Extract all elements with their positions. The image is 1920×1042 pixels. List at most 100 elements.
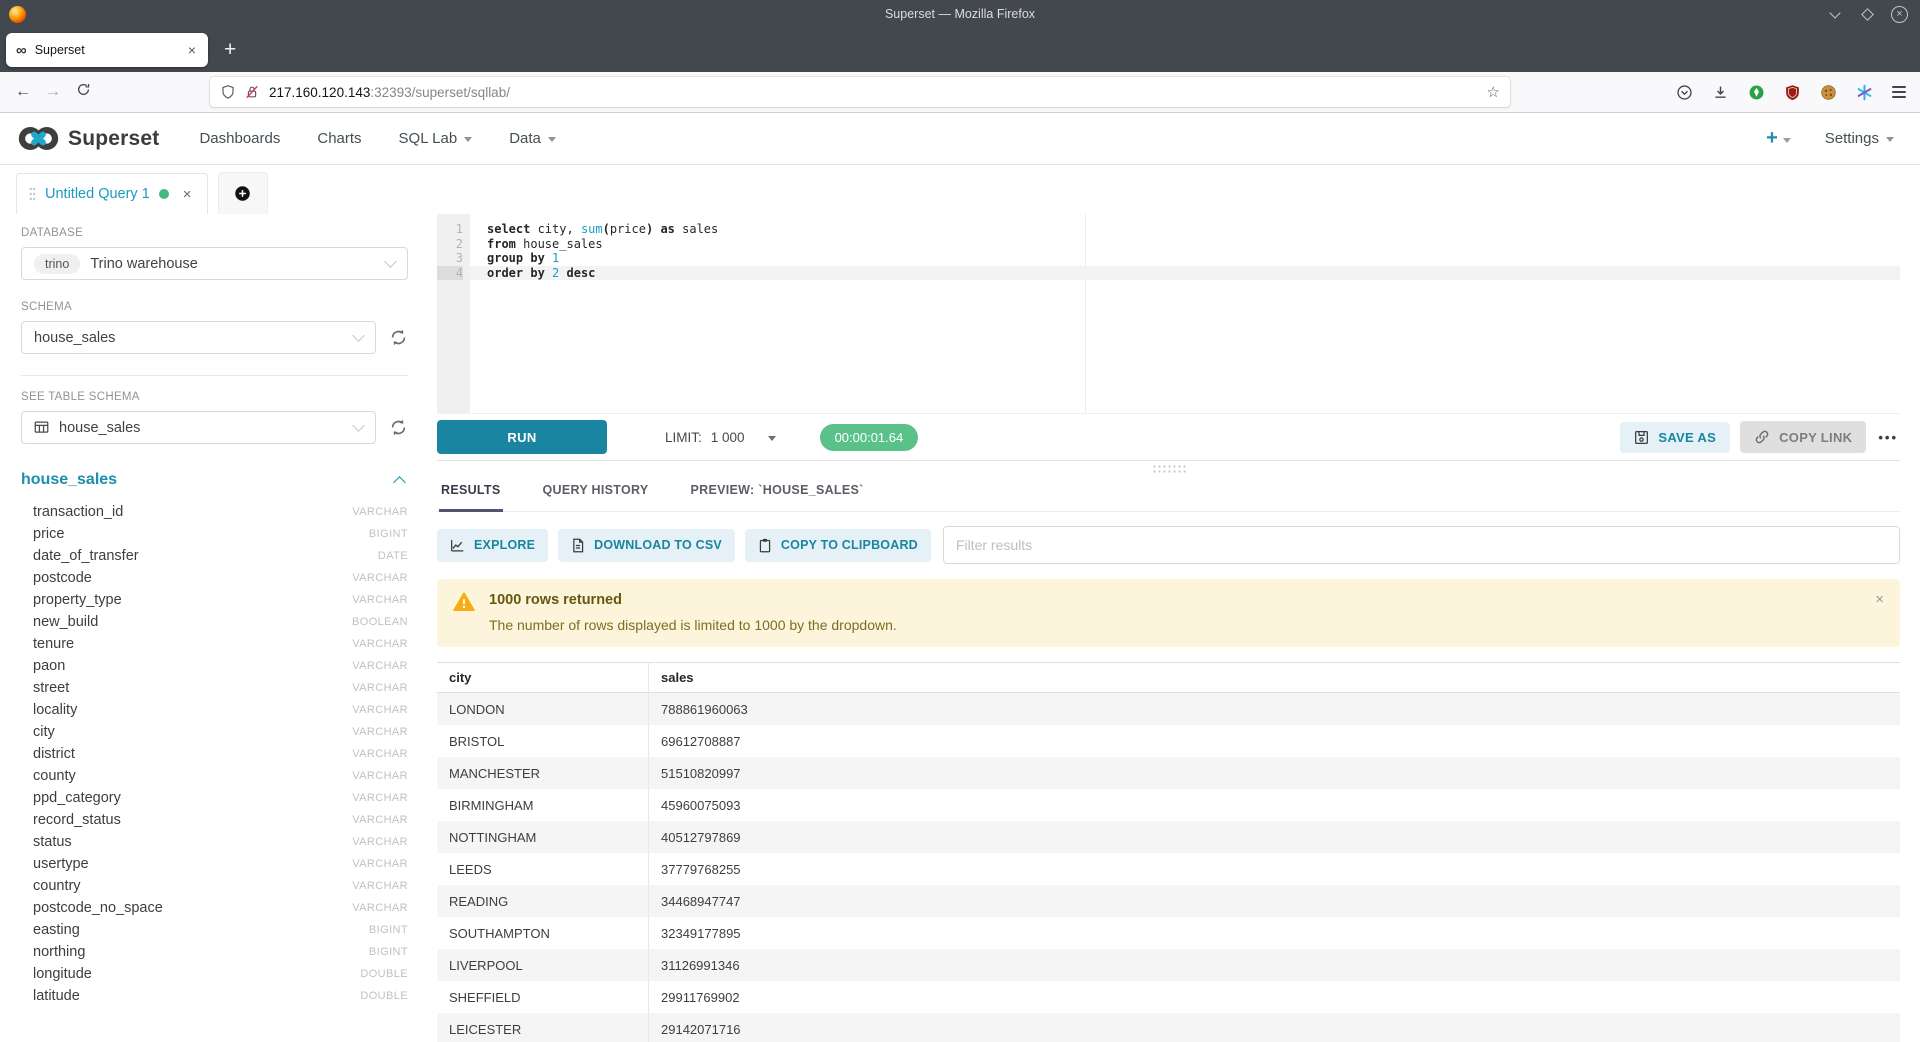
column-name: tenure	[33, 636, 74, 652]
drag-handle-icon[interactable]	[29, 187, 36, 201]
cell-city: BRISTOL	[437, 725, 649, 757]
table-row[interactable]: READING34468947747	[437, 885, 1900, 917]
column-header-city[interactable]: city	[437, 663, 649, 692]
cell-city: LIVERPOOL	[437, 949, 649, 981]
results-tab-preview-house-sales[interactable]: PREVIEW: `HOUSE_SALES`	[689, 474, 866, 512]
column-name: longitude	[33, 966, 92, 982]
column-name: price	[33, 526, 64, 542]
column-name: postcode_no_space	[33, 900, 163, 916]
new-tab-button[interactable]: +	[224, 38, 236, 62]
alert-title: 1000 rows returned	[489, 592, 897, 608]
save-as-button[interactable]: SAVE AS	[1620, 422, 1730, 453]
nav-item-data[interactable]: Data	[509, 130, 556, 147]
brand-name[interactable]: Superset	[68, 127, 159, 151]
browser-tab-superset[interactable]: ∞ Superset ×	[6, 33, 208, 67]
refresh-table-button[interactable]	[389, 418, 408, 437]
copy-link-button[interactable]: COPY LINK	[1740, 421, 1866, 453]
table-row[interactable]: SOUTHAMPTON32349177895	[437, 917, 1900, 949]
cell-sales: 788861960063	[649, 702, 1900, 717]
table-row[interactable]: LEEDS37779768255	[437, 853, 1900, 885]
add-new-button[interactable]: +	[1766, 127, 1791, 150]
table-name-link[interactable]: house_sales	[21, 471, 117, 489]
sidebar-divider	[21, 375, 408, 376]
download-csv-button[interactable]: DOWNLOAD TO CSV	[558, 529, 735, 562]
cell-sales: 34468947747	[649, 894, 1900, 909]
settings-menu[interactable]: Settings	[1825, 130, 1894, 147]
nav-item-dashboards[interactable]: Dashboards	[199, 130, 280, 147]
results-table: city sales LONDON788861960063BRISTOL6961…	[437, 662, 1900, 1042]
url-text[interactable]: 217.160.120.143:32393/superset/sqllab/	[269, 85, 1487, 100]
limit-dropdown[interactable]: LIMIT: 1 000	[665, 430, 776, 445]
window-close-button[interactable]: ×	[1891, 6, 1908, 23]
screen: Superset — Mozilla Firefox × ∞ Superset …	[0, 0, 1920, 1042]
save-as-label: SAVE AS	[1658, 430, 1716, 445]
refresh-schema-button[interactable]	[389, 328, 408, 347]
chevron-up-icon[interactable]	[393, 476, 406, 489]
sql-editor[interactable]: 1234 select city, sum(price) as salesfro…	[437, 214, 1900, 413]
query-tab-close-icon[interactable]: ×	[183, 186, 192, 203]
nav-item-sql-lab[interactable]: SQL Lab	[399, 130, 473, 147]
column-type: VARCHAR	[352, 814, 408, 826]
navbar-right: + Settings	[1766, 127, 1894, 150]
resize-grip[interactable]	[1152, 464, 1186, 473]
reload-button[interactable]	[68, 82, 98, 102]
bookmark-star-icon[interactable]: ☆	[1487, 83, 1500, 101]
shield-permissions-icon[interactable]	[220, 84, 236, 100]
results-tab-query-history[interactable]: QUERY HISTORY	[541, 474, 651, 512]
browser-toolbar: ← → 217.160.120.143:32393/superset/sqlla…	[0, 72, 1920, 113]
table-row[interactable]: NOTTINGHAM40512797869	[437, 821, 1900, 853]
schema-select[interactable]: house_sales	[21, 321, 376, 354]
copy-clipboard-button[interactable]: COPY TO CLIPBOARD	[745, 529, 931, 562]
more-options-button[interactable]: •••	[1878, 430, 1898, 445]
database-select[interactable]: trino Trino warehouse	[21, 247, 408, 280]
add-query-tab[interactable]	[218, 172, 268, 214]
table-select[interactable]: house_sales	[21, 411, 376, 444]
results-tabs: RESULTS QUERY HISTORY PREVIEW: `HOUSE_SALE…	[437, 474, 1900, 512]
chevron-down-icon	[464, 137, 472, 142]
window-minimize-button[interactable]	[1827, 6, 1843, 22]
results-table-header: city sales	[437, 662, 1900, 693]
chevron-down-icon	[548, 137, 556, 142]
downloads-icon[interactable]	[1712, 84, 1729, 101]
column-header-sales[interactable]: sales	[649, 663, 1900, 692]
table-row[interactable]: SHEFFIELD29911769902	[437, 981, 1900, 1013]
line-number: 3	[437, 251, 463, 266]
menu-hamburger-icon[interactable]	[1892, 86, 1906, 97]
column-type: VARCHAR	[352, 748, 408, 760]
cell-city: SOUTHAMPTON	[437, 917, 649, 949]
table-row[interactable]: BRISTOL69612708887	[437, 725, 1900, 757]
table-row[interactable]: BIRMINGHAM45960075093	[437, 789, 1900, 821]
browser-tab-close-icon[interactable]: ×	[186, 42, 198, 58]
alert-close-icon[interactable]: ×	[1875, 591, 1884, 608]
schema-column-row: record_statusVARCHAR	[21, 809, 408, 831]
cookie-extension-icon[interactable]	[1820, 84, 1837, 101]
results-tab-results[interactable]: RESULTS	[439, 474, 503, 512]
schema-column-row: ppd_categoryVARCHAR	[21, 787, 408, 809]
ublock-shield-icon[interactable]	[1784, 84, 1801, 101]
window-maximize-button[interactable]	[1859, 6, 1875, 22]
table-row[interactable]: LIVERPOOL31126991346	[437, 949, 1900, 981]
filter-results-input[interactable]	[943, 526, 1900, 564]
run-button[interactable]: RUN	[437, 420, 607, 454]
forward-button[interactable]: →	[38, 83, 68, 101]
extension-green-icon[interactable]	[1748, 84, 1765, 101]
explore-button[interactable]: EXPLORE	[437, 529, 548, 562]
cell-sales: 51510820997	[649, 766, 1900, 781]
table-row[interactable]: LEICESTER29142071716	[437, 1013, 1900, 1042]
url-bar[interactable]: 217.160.120.143:32393/superset/sqllab/ ☆	[210, 77, 1510, 107]
table-row[interactable]: MANCHESTER51510820997	[437, 757, 1900, 789]
query-tab[interactable]: Untitled Query 1 ×	[16, 173, 208, 214]
schema-column-row: tenureVARCHAR	[21, 633, 408, 655]
back-button[interactable]: ←	[8, 83, 38, 101]
table-row[interactable]: LONDON788861960063	[437, 693, 1900, 725]
insecure-lock-icon[interactable]	[244, 84, 260, 100]
nav-item-charts[interactable]: Charts	[317, 130, 361, 147]
asterisk-extension-icon[interactable]	[1856, 84, 1873, 101]
download-csv-label: DOWNLOAD TO CSV	[594, 538, 722, 552]
pocket-icon[interactable]	[1676, 84, 1693, 101]
column-name: district	[33, 746, 75, 762]
query-tab-label[interactable]: Untitled Query 1	[45, 186, 150, 202]
window-controls: ×	[1827, 6, 1920, 23]
editor-code[interactable]: select city, sum(price) as salesfrom hou…	[470, 214, 1900, 413]
column-type: DOUBLE	[360, 990, 408, 1002]
